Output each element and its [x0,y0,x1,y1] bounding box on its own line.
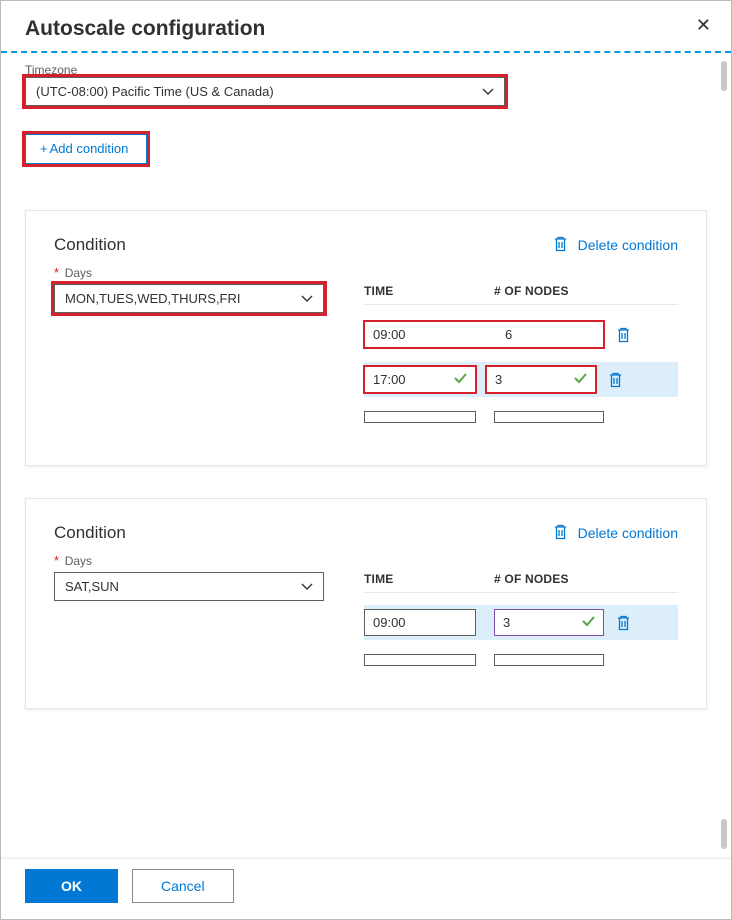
nodes-value: 3 [495,372,502,387]
condition-title: Condition [54,523,126,543]
cancel-button[interactable]: Cancel [132,869,234,903]
time-value: 09:00 [373,615,406,630]
days-select[interactable]: MON,TUES,WED,THURS,FRI [54,284,324,313]
table-row [364,407,678,427]
condition-title: Condition [54,235,126,255]
nodes-input[interactable] [494,411,604,423]
nodes-value: 6 [505,327,595,342]
table-row: 09:00 6 [364,317,678,352]
dialog-footer: OK Cancel [1,858,731,919]
row-combined-cell[interactable]: 09:00 6 [364,321,604,348]
dialog-title: Autoscale configuration [25,17,707,41]
time-value: 09:00 [373,327,505,342]
nodes-input[interactable]: 3 [494,609,604,636]
delete-row-button[interactable] [616,615,631,631]
trash-icon [553,524,568,543]
dialog-header: Autoscale configuration ✕ [1,1,731,53]
close-icon[interactable]: ✕ [696,15,711,36]
days-value: MON,TUES,WED,THURS,FRI [65,291,241,306]
add-condition-button[interactable]: +Add condition [25,134,147,164]
time-input[interactable] [364,654,476,666]
chevron-down-icon [301,583,313,591]
table-row [364,650,678,670]
time-input[interactable]: 09:00 [364,609,476,636]
timezone-value: (UTC-08:00) Pacific Time (US & Canada) [36,84,274,99]
delete-condition-button[interactable]: Delete condition [553,524,678,543]
check-icon [454,372,467,387]
scrollbar-thumb[interactable] [721,819,727,849]
timezone-select[interactable]: (UTC-08:00) Pacific Time (US & Canada) [25,77,505,106]
days-label: Days [65,266,92,280]
ok-button[interactable]: OK [25,869,118,903]
days-value: SAT,SUN [65,579,119,594]
column-nodes: # OF NODES [494,284,614,298]
table-row: 17:00 3 [364,362,678,397]
required-asterisk: * [54,265,59,280]
nodes-value: 3 [503,615,510,630]
column-time: TIME [364,572,494,586]
time-value: 17:00 [373,372,406,387]
delete-row-button[interactable] [608,372,623,388]
check-icon [582,615,595,630]
days-select[interactable]: SAT,SUN [54,572,324,601]
table-row: 09:00 3 [364,605,678,640]
chevron-down-icon [301,295,313,303]
required-asterisk: * [54,553,59,568]
time-input[interactable] [364,411,476,423]
days-label: Days [65,554,92,568]
time-input[interactable]: 17:00 [364,366,476,393]
nodes-input[interactable]: 3 [486,366,596,393]
schedule-table-header: TIME # OF NODES [364,284,678,305]
column-nodes: # OF NODES [494,572,614,586]
condition-card: Condition Delete condition * Days SAT,SU… [25,498,707,709]
column-time: TIME [364,284,494,298]
dialog-body: Timezone (UTC-08:00) Pacific Time (US & … [1,53,731,843]
schedule-table-header: TIME # OF NODES [364,572,678,593]
condition-card: Condition Delete condition * Days MON,TU… [25,210,707,466]
delete-condition-label: Delete condition [578,525,678,541]
plus-icon: + [40,141,48,156]
timezone-label: Timezone [25,63,707,77]
chevron-down-icon [482,88,494,96]
trash-icon [553,236,568,255]
delete-row-button[interactable] [616,327,631,343]
scrollbar-thumb[interactable] [721,61,727,91]
nodes-input[interactable] [494,654,604,666]
check-icon [574,372,587,387]
delete-condition-label: Delete condition [578,237,678,253]
add-condition-label: Add condition [50,141,129,156]
delete-condition-button[interactable]: Delete condition [553,236,678,255]
